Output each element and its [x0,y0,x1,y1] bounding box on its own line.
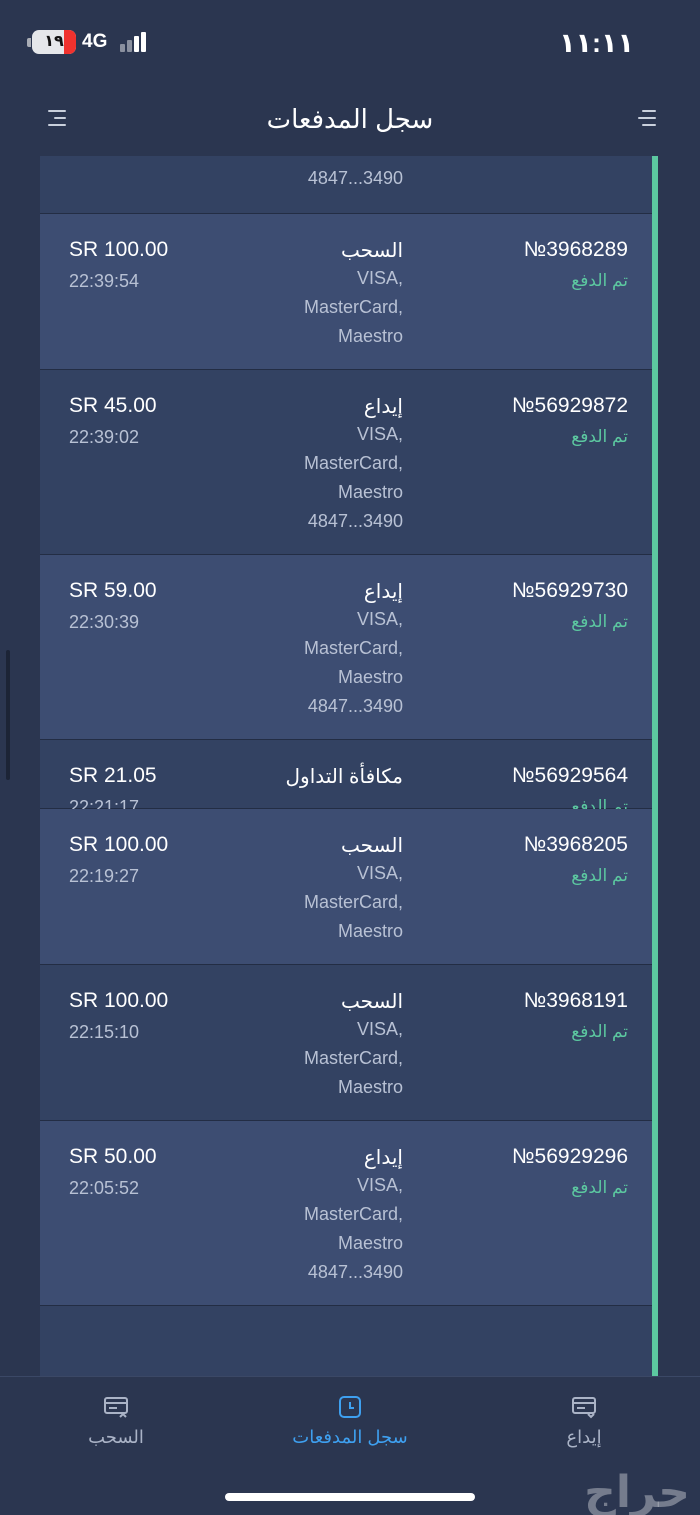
transaction-time: 22:30:39 [69,612,140,632]
payment-method: Maestro [337,1233,403,1253]
filter-lines-icon[interactable] [634,108,656,128]
status-bar: ١٩ 4G ١١:١١ [0,0,700,80]
transaction-row[interactable] [40,1306,652,1376]
transaction-amount: SR 45.00 [69,394,157,417]
home-indicator[interactable] [225,1493,475,1501]
transaction-id: №56929872 [512,394,628,417]
transaction-details: السحب VISA, MasterCard, Maestro [230,989,403,1102]
transaction-details: إيداع VISA, MasterCard, Maestro 4847...3490 [230,394,403,536]
edge-scroll-indicator [6,650,10,780]
page-title: سجل المدفعات [266,104,434,134]
card-deposit-icon [572,1397,596,1419]
transaction-time: 22:05:52 [69,1178,140,1198]
transaction-status: تم الدفع [571,1178,628,1197]
clock-icon [339,1396,361,1418]
transaction-details: إيداع VISA, MasterCard, Maestro 4847...3490 [230,1145,403,1287]
payment-history-list[interactable]: 4847...3490 SR 100.00 22:39:54 №3968289 تم ا… [40,156,660,1376]
payment-method: VISA, [356,268,403,288]
watermark-logo: حراج [584,1467,690,1515]
payment-method: MasterCard, [303,638,403,658]
transaction-row[interactable]: SR 50.00 22:05:52 №56929296 تم الدفع إيداع VI… [40,1121,652,1306]
transaction-status: تم الدفع [571,271,628,290]
transaction-details: 4847...3490 [230,164,403,193]
status-time: ١١:١١ [559,28,634,58]
transaction-type: إيداع [363,581,403,603]
nav-withdraw[interactable]: السحب [36,1395,196,1448]
transaction-id: №3968191 [523,989,628,1012]
transaction-type: السحب [340,835,403,857]
header: سجل المدفعات [0,80,700,156]
payment-method: Maestro [337,1077,403,1097]
payment-method: MasterCard, [303,1048,403,1068]
payment-method: MasterCard, [303,297,403,317]
nav-history-label: سجل المدفعات [292,1427,408,1447]
payment-method: VISA, [356,609,403,629]
transaction-time: 22:15:10 [69,1022,140,1042]
transaction-amount: SR 59.00 [69,579,157,602]
signal-icon [120,32,150,52]
transaction-type: مكافأة التداول [285,766,403,788]
scroll-accent-bar [652,156,658,1376]
battery-nub [27,38,31,47]
payment-method: MasterCard, [303,1204,403,1224]
nav-withdraw-label: السحب [88,1427,144,1447]
transaction-details: إيداع VISA, MasterCard, Maestro 4847...3490 [230,579,403,721]
transaction-row[interactable]: SR 45.00 22:39:02 №56929872 تم الدفع إيداع VI… [40,370,652,555]
nav-deposit-label: إيداع [566,1427,602,1447]
card-number: 4847...3490 [307,511,403,531]
card-number: 4847...3490 [307,1262,403,1282]
transaction-type: إيداع [363,1147,403,1169]
transaction-type: السحب [340,240,403,262]
transaction-status: تم الدفع [571,427,628,446]
transaction-id: №3968289 [523,238,628,261]
transaction-amount: SR 100.00 [69,989,169,1012]
transaction-row[interactable]: SR 59.00 22:30:39 №56929730 تم الدفع إيداع VI… [40,555,652,740]
payment-method: MasterCard, [303,892,403,912]
payment-method: Maestro [337,326,403,346]
transaction-status: تم الدفع [571,866,628,885]
transaction-amount: SR 50.00 [69,1145,157,1168]
transaction-row[interactable]: SR 100.00 22:19:27 №3968205 تم الدفع السحب VI… [40,809,652,965]
card-number: 4847...3490 [307,696,403,716]
battery-icon: ١٩ [32,30,76,54]
payment-method: Maestro [337,667,403,687]
transaction-row[interactable]: SR 100.00 22:39:54 №3968289 تم الدفع السحب VI… [40,214,652,370]
payment-method: Maestro [337,482,403,502]
transaction-status: تم الدفع [571,1022,628,1041]
transaction-id: №56929730 [512,579,628,602]
transaction-amount: SR 100.00 [69,238,169,261]
transaction-time: 22:39:02 [69,427,140,447]
transaction-id: №56929296 [512,1145,628,1168]
payment-method: VISA, [356,1019,403,1039]
payment-method: MasterCard, [303,453,403,473]
transaction-type: إيداع [363,396,403,418]
card-withdraw-icon [104,1397,128,1418]
transactions: 4847...3490 SR 100.00 22:39:54 №3968289 تم ا… [40,156,652,1376]
transaction-id: №3968205 [523,833,628,856]
transaction-amount: SR 100.00 [69,833,169,856]
transaction-row[interactable]: SR 21.05 22:21:17 №56929564 تم الدفع مكافأة … [40,740,652,817]
nav-deposit[interactable]: إيداع [504,1395,664,1448]
payment-method: VISA, [356,1175,403,1195]
battery-level: ١٩ [44,33,64,50]
transaction-time: 22:39:54 [69,271,140,291]
transaction-time: 22:19:27 [69,866,140,886]
transaction-id: №56929564 [512,764,628,787]
transaction-type: السحب [340,991,403,1013]
transaction-amount: SR 21.05 [69,764,157,787]
network-type: 4G [82,31,108,52]
payment-method: VISA, [356,863,403,883]
payment-method: VISA, [356,424,403,444]
transaction-details: السحب VISA, MasterCard, Maestro [230,833,403,946]
nav-payment-history[interactable]: سجل المدفعات [270,1395,430,1448]
transaction-row[interactable]: SR 100.00 22:15:10 №3968191 تم الدفع السحب VI… [40,965,652,1121]
transaction-row[interactable]: 4847...3490 [40,156,652,214]
transaction-details: مكافأة التداول [230,764,403,790]
payment-method: Maestro [337,921,403,941]
card-number: 4847...3490 [307,168,403,188]
transaction-status: تم الدفع [571,612,628,631]
transaction-details: السحب VISA, MasterCard, Maestro [230,238,403,351]
